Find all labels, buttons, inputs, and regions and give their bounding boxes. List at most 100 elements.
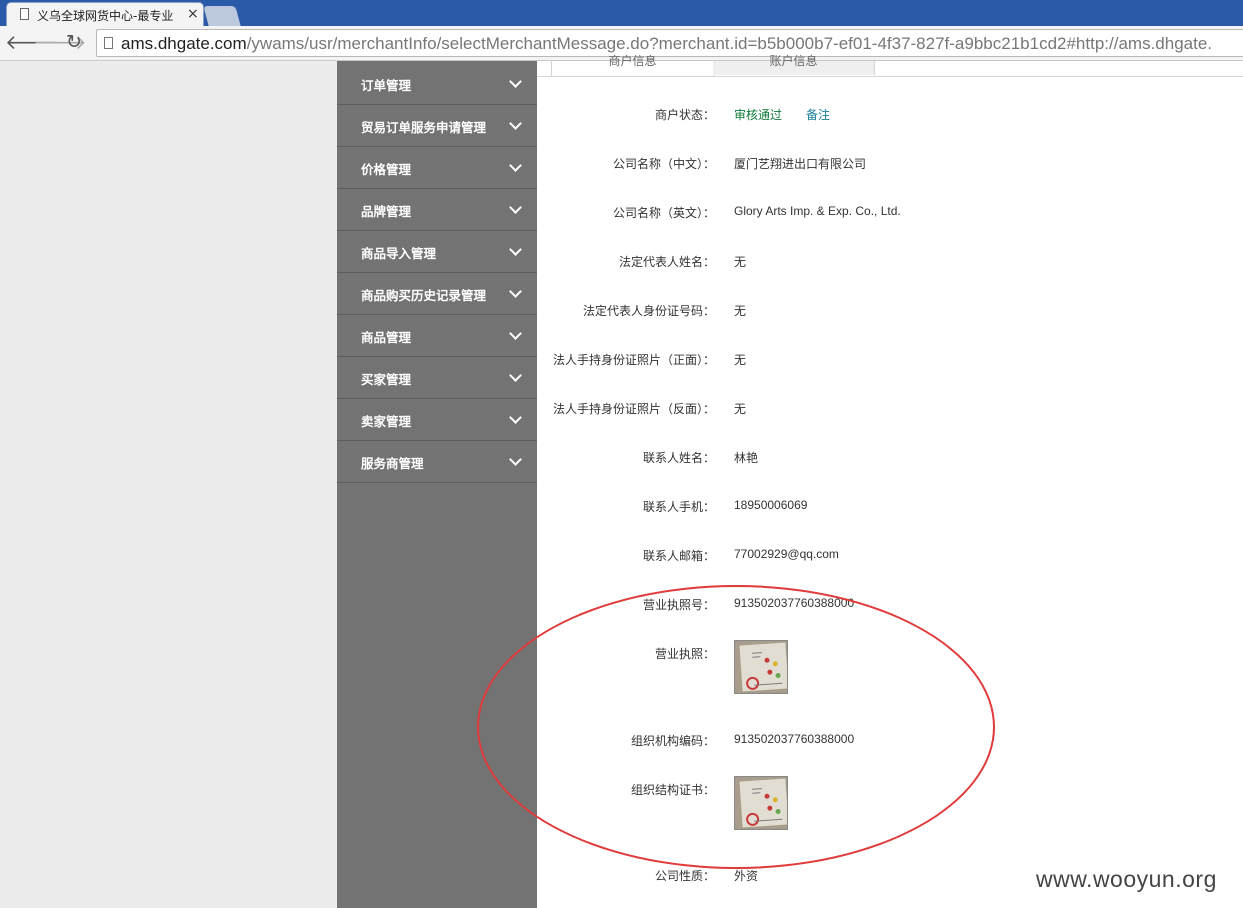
field-contact-email: 联系人邮箱： 77002929@qq.com <box>537 547 1243 567</box>
tab-label: 商户信息 <box>608 54 657 68</box>
sidebar-item-label: 买家管理 <box>361 373 412 387</box>
field-value: 林艳 <box>734 451 759 465</box>
page-icon <box>104 37 113 49</box>
page-body: 订单管理 贸易订单服务申请管理 价格管理 品牌管理 商品导入管理 商品购买历史记… <box>0 54 1243 908</box>
field-id-photo-front: 法人手持身份证照片（正面）： 无 <box>537 351 1243 371</box>
sidebar-item-label: 商品导入管理 <box>361 247 437 261</box>
field-value: Glory Arts Imp. & Exp. Co., Ltd. <box>734 204 901 218</box>
chevron-down-icon <box>509 243 522 256</box>
sidebar-item-purchase-history[interactable]: 商品购买历史记录管理 <box>337 273 537 315</box>
sidebar-item-label: 卖家管理 <box>361 415 412 429</box>
field-value: 厦门艺翔进出口有限公司 <box>734 157 867 171</box>
watermark: www.wooyun.org <box>1036 866 1217 892</box>
field-label: 公司名称（英文）： <box>612 206 715 220</box>
url-text: ams.dhgate.com/ywams/usr/merchantInfo/se… <box>121 34 1212 54</box>
sidebar-nav: 订单管理 贸易订单服务申请管理 价格管理 品牌管理 商品导入管理 商品购买历史记… <box>337 61 537 908</box>
tab-merchant-info[interactable]: 商户信息 <box>551 54 714 76</box>
sidebar-item-buyer-management[interactable]: 买家管理 <box>337 357 537 399</box>
field-value: 无 <box>734 304 747 318</box>
field-legal-rep-id: 法定代表人身份证号码： 无 <box>537 302 1243 322</box>
field-label: 组织机构编码： <box>630 734 715 748</box>
seal-dot <box>767 805 773 811</box>
field-business-license-image: 营业执照： <box>537 645 1243 665</box>
seal-dot <box>772 661 778 667</box>
status-value: 审核通过 <box>734 108 783 122</box>
close-icon[interactable]: × <box>187 6 199 22</box>
document-graphic <box>739 778 787 828</box>
sidebar-item-label: 品牌管理 <box>361 205 412 219</box>
sidebar-item-label: 订单管理 <box>361 79 412 93</box>
certificate-thumbnail[interactable] <box>734 776 788 830</box>
field-label: 法定代表人姓名： <box>618 255 715 269</box>
chevron-down-icon <box>509 369 522 382</box>
sidebar-item-price-management[interactable]: 价格管理 <box>337 147 537 189</box>
text-line <box>752 792 761 794</box>
seal-dot <box>764 793 770 799</box>
seal-dot <box>775 808 781 815</box>
forward-arrow-icon[interactable]: 🡒 <box>33 30 87 54</box>
field-label: 联系人手机： <box>642 500 715 514</box>
new-tab-button[interactable] <box>203 6 241 26</box>
sidebar-item-label: 服务商管理 <box>361 457 424 471</box>
field-value: 77002929@qq.com <box>734 547 839 561</box>
field-label: 法人手持身份证照片（反面）： <box>552 402 715 416</box>
field-label: 法人手持身份证照片（正面）： <box>552 353 715 367</box>
chevron-down-icon <box>509 327 522 340</box>
browser-tab-active[interactable]: 义乌全球网货中心-最专业 × <box>6 2 204 26</box>
sidebar-item-trade-order-service[interactable]: 贸易订单服务申请管理 <box>337 105 537 147</box>
field-value: 外资 <box>734 869 759 883</box>
field-contact-phone: 联系人手机： 18950006069 <box>537 498 1243 518</box>
field-legal-rep-name: 法定代表人姓名： 无 <box>537 253 1243 273</box>
sidebar-item-brand-management[interactable]: 品牌管理 <box>337 189 537 231</box>
url-host: ams.dhgate.com <box>121 34 247 53</box>
field-label: 营业执照号： <box>642 598 715 612</box>
seal-dot <box>764 657 770 663</box>
chevron-down-icon <box>509 75 522 88</box>
tab-label: 账户信息 <box>769 54 818 68</box>
field-label: 营业执照： <box>654 647 715 661</box>
field-label: 商户状态： <box>654 108 715 122</box>
field-merchant-status: 商户状态： 审核通过 备注 <box>537 106 1243 126</box>
field-contact-name: 联系人姓名： 林艳 <box>537 449 1243 469</box>
field-id-photo-back: 法人手持身份证照片（反面）： 无 <box>537 400 1243 420</box>
stamp-icon <box>745 812 760 827</box>
seal-dot <box>775 672 781 679</box>
sidebar-item-product-import[interactable]: 商品导入管理 <box>337 231 537 273</box>
back-arrow-icon[interactable]: 🡐 <box>5 30 59 54</box>
field-business-license-no: 营业执照号： 913502037760388000 <box>537 596 1243 616</box>
license-thumbnail[interactable] <box>734 640 788 694</box>
chevron-down-icon <box>509 411 522 424</box>
chevron-down-icon <box>509 201 522 214</box>
field-company-name-cn: 公司名称（中文）： 厦门艺翔进出口有限公司 <box>537 155 1243 175</box>
reload-icon[interactable]: ↻ <box>62 30 86 54</box>
sidebar-item-provider-management[interactable]: 服务商管理 <box>337 441 537 483</box>
sidebar-item-seller-management[interactable]: 卖家管理 <box>337 399 537 441</box>
sidebar-item-order-management[interactable]: 订单管理 <box>337 63 537 105</box>
text-line <box>751 788 763 790</box>
sidebar-item-label: 价格管理 <box>361 163 412 177</box>
stamp-icon <box>745 676 760 691</box>
field-value: 18950006069 <box>734 498 808 512</box>
remark-link[interactable]: 备注 <box>806 106 830 123</box>
merchant-detail-panel: 商户信息 账户信息 商户状态： 审核通过 备注 公司名称（中文）： 厦门艺翔进出… <box>537 54 1243 908</box>
detail-tabs: 商户信息 账户信息 <box>537 54 1243 77</box>
seal-dot <box>772 797 778 803</box>
field-label: 联系人姓名： <box>642 451 715 465</box>
sidebar-item-label: 商品管理 <box>361 331 412 345</box>
field-value: 913502037760388000 <box>734 732 855 746</box>
page-margin <box>0 61 337 908</box>
field-value: 913502037760388000 <box>734 596 855 610</box>
browser-titlebar: 义乌全球网货中心-最专业 × <box>0 0 1243 26</box>
field-label: 公司性质： <box>654 869 715 883</box>
text-line <box>751 652 763 654</box>
seal-dot <box>767 669 773 675</box>
field-label: 公司名称（中文）： <box>612 157 715 171</box>
field-label: 联系人邮箱： <box>642 549 715 563</box>
tab-account-info[interactable]: 账户信息 <box>713 54 875 75</box>
sidebar-item-label: 贸易订单服务申请管理 <box>361 121 487 135</box>
chevron-down-icon <box>509 453 522 466</box>
sidebar-item-product-management[interactable]: 商品管理 <box>337 315 537 357</box>
field-label: 组织结构证书： <box>630 783 715 797</box>
document-graphic <box>739 642 787 692</box>
url-path: /ywams/usr/merchantInfo/selectMerchantMe… <box>246 34 1213 53</box>
